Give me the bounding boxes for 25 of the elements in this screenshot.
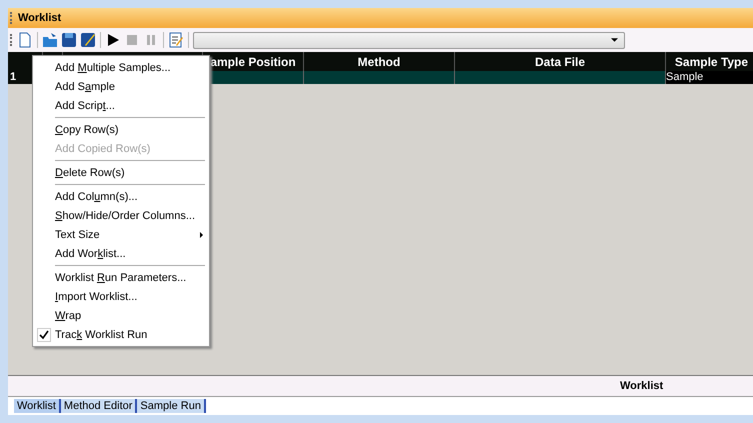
table-cell: Sample — [666, 71, 753, 84]
menu-item[interactable]: Add Script... — [33, 96, 209, 115]
play-icon[interactable] — [105, 32, 121, 48]
menu-item[interactable]: Add Column(s)... — [33, 187, 209, 206]
menu-item[interactable]: Add Worklist... — [33, 244, 209, 263]
new-document-icon[interactable] — [17, 32, 33, 48]
menu-item[interactable]: Import Worklist... — [33, 287, 209, 306]
menu-item[interactable]: Show/Hide/Order Columns... — [33, 206, 209, 225]
caret-icon — [611, 38, 618, 42]
save-icon[interactable] — [61, 32, 77, 48]
menu-item[interactable]: Text Size — [33, 225, 209, 244]
tab[interactable]: Method Editor — [60, 399, 138, 413]
menu-item[interactable]: Worklist Run Parameters... — [33, 268, 209, 287]
save-as-icon[interactable] — [80, 32, 96, 48]
open-folder-icon[interactable] — [42, 32, 58, 48]
menu-item[interactable]: Delete Row(s) — [33, 163, 209, 182]
edit-document-icon[interactable] — [168, 32, 184, 48]
tab[interactable]: Worklist — [14, 399, 61, 413]
menu-item[interactable]: Track Worklist Run — [33, 325, 209, 344]
tab[interactable]: Sample Run — [137, 399, 206, 413]
worklist-dropdown[interactable] — [193, 32, 625, 48]
status-label: Worklist — [620, 380, 664, 392]
window-title: Worklist — [18, 12, 62, 24]
menu-item[interactable]: Wrap — [33, 306, 209, 325]
menu-item[interactable]: Copy Row(s) — [33, 120, 209, 139]
